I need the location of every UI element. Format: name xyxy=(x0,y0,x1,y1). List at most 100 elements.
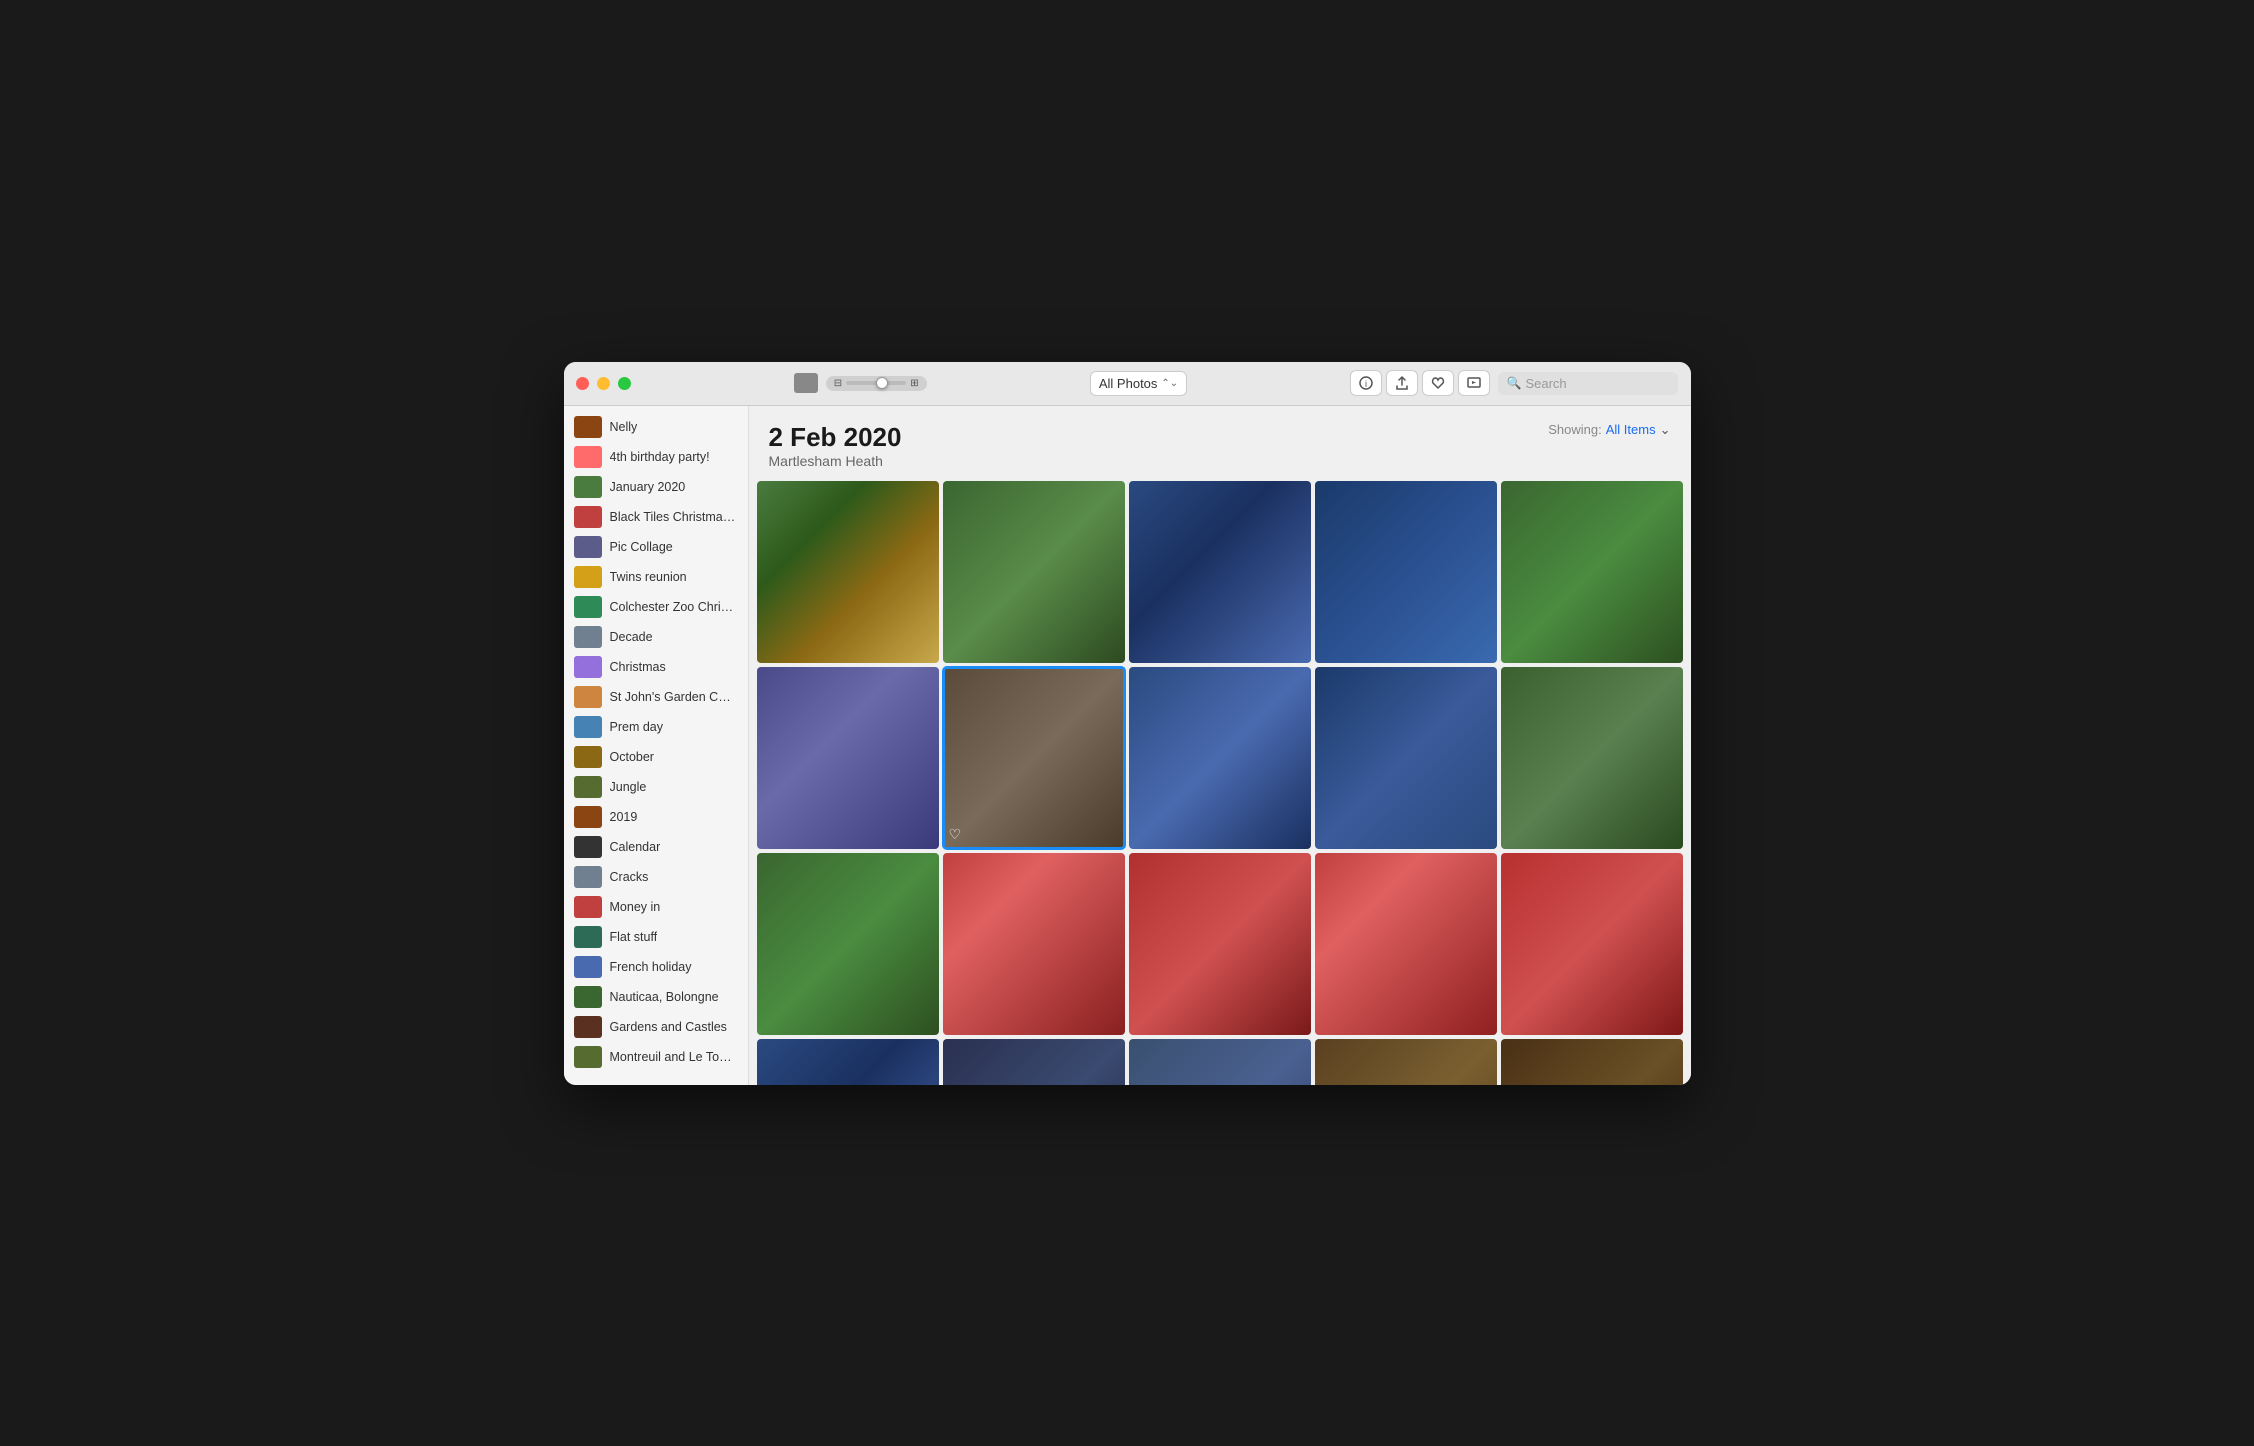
photo-cell-5[interactable] xyxy=(1501,481,1683,663)
photo-grid-area: 2 Feb 2020 Martlesham Heath Showing: All… xyxy=(749,406,1691,1085)
sidebar-item-7[interactable]: Decade xyxy=(564,622,748,652)
sidebar-thumbnail xyxy=(574,656,602,678)
photo-date: 2 Feb 2020 xyxy=(769,422,902,453)
photo-cell-3[interactable] xyxy=(1129,481,1311,663)
content-area: Nelly4th birthday party!January 2020Blac… xyxy=(564,406,1691,1085)
zoom-out-icon: ⊟ xyxy=(834,378,842,389)
photo-cell-2[interactable] xyxy=(943,481,1125,663)
photo-cell-1[interactable] xyxy=(757,481,939,663)
photo-cell-13[interactable] xyxy=(1129,853,1311,1035)
photo-cell-6[interactable] xyxy=(757,667,939,849)
sidebar-item-21[interactable]: Montreuil and Le Touquet xyxy=(564,1042,748,1072)
sidebar-item-0[interactable]: Nelly xyxy=(564,412,748,442)
sidebar-thumbnail xyxy=(574,866,602,888)
photo-cell-4[interactable] xyxy=(1315,481,1497,663)
photo-thumbnail xyxy=(757,667,939,849)
sidebar-item-18[interactable]: French holiday xyxy=(564,952,748,982)
sidebar-item-14[interactable]: Calendar xyxy=(564,832,748,862)
photo-cell-16[interactable] xyxy=(757,1039,939,1085)
photo-location: Martlesham Heath xyxy=(769,453,902,469)
main-window: ⊟ ⊞ All Photos ⌃⌄ i xyxy=(564,362,1691,1085)
all-photos-dropdown[interactable]: All Photos ⌃⌄ xyxy=(1090,371,1187,396)
photo-thumbnail xyxy=(1315,667,1497,849)
showing-label: Showing: xyxy=(1548,422,1601,437)
photo-cell-20[interactable]: 0:16 xyxy=(1501,1039,1683,1085)
photo-cell-19[interactable]: 1:30 xyxy=(1315,1039,1497,1085)
search-box[interactable]: 🔍 Search xyxy=(1498,372,1678,395)
sidebar-item-label: Money in xyxy=(610,900,661,914)
sidebar-thumbnail xyxy=(574,956,602,978)
slideshow-button[interactable] xyxy=(1458,370,1490,396)
sidebar-item-6[interactable]: Colchester Zoo Christmas xyxy=(564,592,748,622)
showing-chevron-icon: ⌄ xyxy=(1660,422,1671,438)
sidebar-item-label: Nauticaa, Bolongne xyxy=(610,990,719,1004)
sidebar-thumbnail xyxy=(574,506,602,528)
photo-cell-9[interactable] xyxy=(1315,667,1497,849)
sidebar-item-16[interactable]: Money in xyxy=(564,892,748,922)
sidebar-thumbnail xyxy=(574,986,602,1008)
sidebar-item-label: Colchester Zoo Christmas xyxy=(610,600,738,614)
photo-cell-7[interactable]: ♡ xyxy=(943,667,1125,849)
sidebar-thumbnail xyxy=(574,1016,602,1038)
sidebar-item-11[interactable]: October xyxy=(564,742,748,772)
showing-value: All Items xyxy=(1606,422,1656,437)
sidebar-item-20[interactable]: Gardens and Castles xyxy=(564,1012,748,1042)
toolbar-buttons: i xyxy=(1350,370,1490,396)
sidebar-thumbnail xyxy=(574,1046,602,1068)
photo-cell-15[interactable] xyxy=(1501,853,1683,1035)
sidebar-item-13[interactable]: 2019 xyxy=(564,802,748,832)
photo-cell-8[interactable] xyxy=(1129,667,1311,849)
sidebar-item-5[interactable]: Twins reunion xyxy=(564,562,748,592)
sidebar-thumbnail xyxy=(574,596,602,618)
photo-thumbnail xyxy=(1501,1039,1683,1085)
sidebar-item-9[interactable]: St John's Garden Centre C... xyxy=(564,682,748,712)
photo-cell-12[interactable] xyxy=(943,853,1125,1035)
photo-cell-11[interactable] xyxy=(757,853,939,1035)
sidebar-item-label: Calendar xyxy=(610,840,661,854)
sidebar-item-19[interactable]: Nauticaa, Bolongne xyxy=(564,982,748,1012)
sidebar-item-1[interactable]: 4th birthday party! xyxy=(564,442,748,472)
sidebar-item-label: Gardens and Castles xyxy=(610,1020,727,1034)
sidebar-item-12[interactable]: Jungle xyxy=(564,772,748,802)
zoom-in-icon: ⊞ xyxy=(910,378,918,389)
sidebar-item-3[interactable]: Black Tiles Christmas part... xyxy=(564,502,748,532)
search-input[interactable]: Search xyxy=(1525,376,1566,391)
sidebar-toggle-icon[interactable] xyxy=(794,373,818,393)
photo-cell-14[interactable] xyxy=(1315,853,1497,1035)
maximize-button[interactable] xyxy=(618,377,631,390)
favorite-button[interactable] xyxy=(1422,370,1454,396)
sidebar-item-4[interactable]: Pic Collage xyxy=(564,532,748,562)
photo-cell-17[interactable] xyxy=(943,1039,1125,1085)
sidebar-item-label: Flat stuff xyxy=(610,930,658,944)
sidebar-item-label: October xyxy=(610,750,654,764)
titlebar: ⊟ ⊞ All Photos ⌃⌄ i xyxy=(564,362,1691,406)
photo-grid: ♡ 1:300:16 xyxy=(749,477,1691,1085)
sidebar-thumbnail xyxy=(574,686,602,708)
photo-cell-10[interactable] xyxy=(1501,667,1683,849)
sidebar-item-17[interactable]: Flat stuff xyxy=(564,922,748,952)
header-left: 2 Feb 2020 Martlesham Heath xyxy=(769,422,902,469)
sidebar-thumbnail xyxy=(574,476,602,498)
share-button[interactable] xyxy=(1386,370,1418,396)
sidebar-item-15[interactable]: Cracks xyxy=(564,862,748,892)
sidebar-thumbnail xyxy=(574,806,602,828)
showing-control[interactable]: Showing: All Items ⌄ xyxy=(1548,422,1670,438)
sidebar-thumbnail xyxy=(574,446,602,468)
close-button[interactable] xyxy=(576,377,589,390)
photo-thumbnail xyxy=(1129,1039,1311,1085)
photo-thumbnail xyxy=(1501,481,1683,663)
photo-cell-18[interactable] xyxy=(1129,1039,1311,1085)
search-icon: 🔍 xyxy=(1506,376,1521,390)
sidebar-item-8[interactable]: Christmas xyxy=(564,652,748,682)
photo-thumbnail xyxy=(1129,853,1311,1035)
photo-thumbnail xyxy=(1315,1039,1497,1085)
sidebar: Nelly4th birthday party!January 2020Blac… xyxy=(564,406,749,1085)
zoom-slider[interactable] xyxy=(846,381,906,385)
info-button[interactable]: i xyxy=(1350,370,1382,396)
sidebar-item-2[interactable]: January 2020 xyxy=(564,472,748,502)
minimize-button[interactable] xyxy=(597,377,610,390)
photo-thumbnail xyxy=(1129,481,1311,663)
photo-heart-icon: ♡ xyxy=(949,826,962,843)
sidebar-item-10[interactable]: Prem day xyxy=(564,712,748,742)
zoom-control[interactable]: ⊟ ⊞ xyxy=(826,376,927,391)
